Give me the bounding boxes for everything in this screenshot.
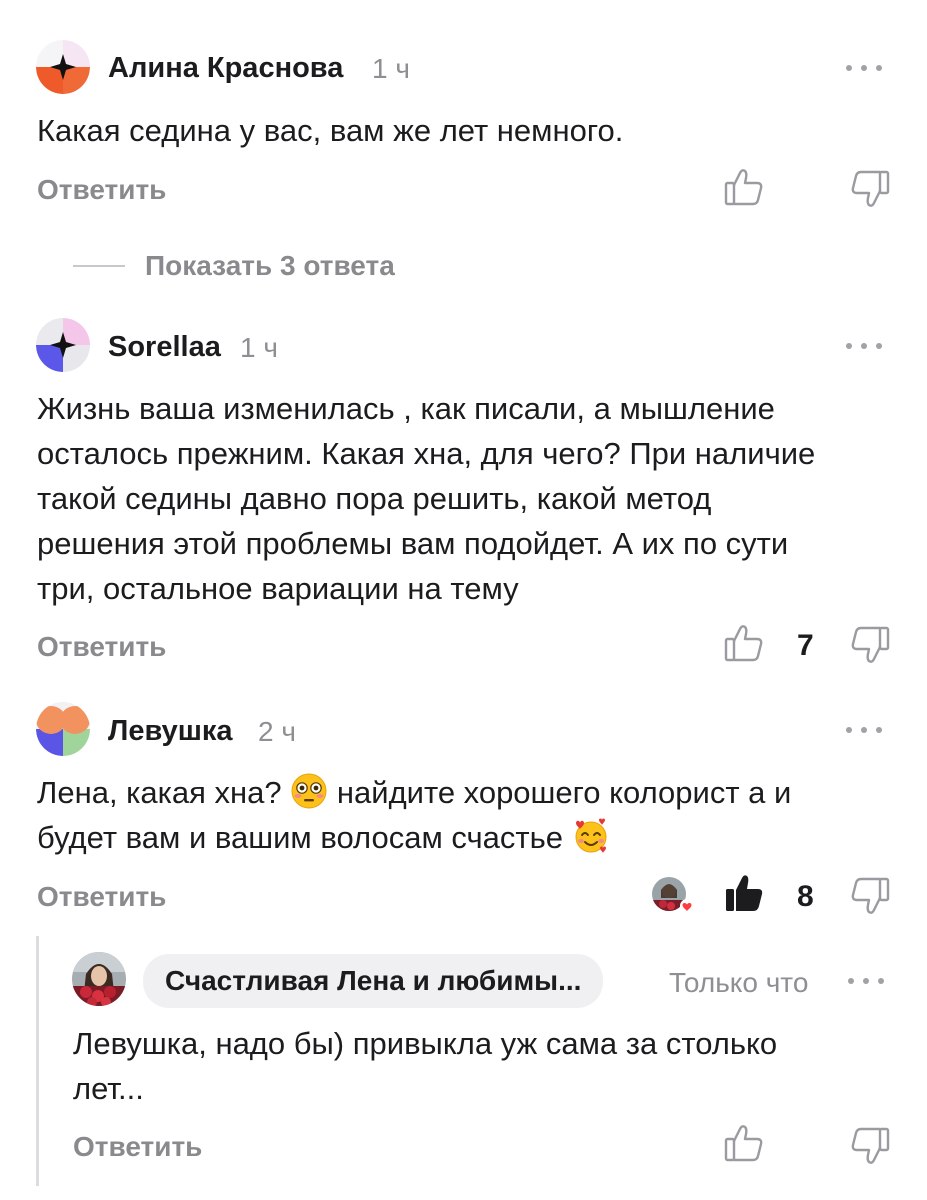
thread-line (36, 936, 39, 1186)
show-replies-line (73, 265, 125, 267)
comment-text-line: Лена, какая хна? найдите хорошего колори… (37, 770, 907, 815)
comment-text: Лена, какая хна? найдите хорошего колори… (37, 770, 907, 860)
comment-text-line: будет вам и вашим волосам счастье (37, 815, 907, 860)
thumbs-up-icon[interactable] (724, 168, 764, 206)
smiling-face-with-hearts-emoji (572, 817, 610, 855)
more-dots-icon[interactable] (848, 976, 884, 986)
reply-button[interactable]: Ответить (37, 174, 166, 206)
thumbs-up-icon[interactable] (724, 1124, 764, 1162)
comment-time: Только что (669, 967, 809, 998)
comment-author[interactable]: Левушка (108, 715, 233, 748)
comment-text-line: такой седины давно пора решить, какой ме… (37, 481, 712, 516)
avatar-levushka[interactable] (36, 702, 90, 756)
like-count: 7 (797, 629, 814, 662)
comment-time: 1 ч (240, 332, 278, 363)
like-count: 8 (797, 880, 814, 913)
avatar-alina[interactable] (36, 40, 90, 94)
comment-text-line: три, остальное вариации на тему (37, 571, 519, 606)
comment-text: Какая седина у вас, вам же лет немного. (37, 113, 624, 148)
comment-text-part: будет вам и вашим волосам счастье (37, 820, 564, 855)
more-dots-icon[interactable] (846, 63, 882, 73)
comment-time: 2 ч (258, 716, 296, 747)
show-replies-button[interactable]: Показать 3 ответа (145, 250, 395, 282)
thumbs-down-icon[interactable] (850, 877, 890, 915)
reply-author-chip[interactable]: Счастливая Лена и любимы... (143, 954, 604, 1008)
more-dots-icon[interactable] (846, 725, 882, 735)
comment-text-line: Жизнь ваша изменилась , как писали, а мы… (37, 391, 775, 426)
comment-text-line: решения этой проблемы вам подойдет. А их… (37, 526, 789, 561)
avatar-sorellaa[interactable] (36, 318, 90, 372)
reply-text-line: лет... (73, 1071, 144, 1106)
comment-text-part: найдите хорошего колорист а и (336, 775, 792, 810)
thumbs-up-icon[interactable] (724, 624, 764, 662)
comment-text: Жизнь ваша изменилась , как писали, а мы… (37, 386, 907, 611)
comment-author[interactable]: Алина Краснова (108, 52, 343, 85)
comment-author[interactable]: Sorellaa (108, 331, 221, 364)
thumbs-down-icon[interactable] (850, 1127, 890, 1165)
comment-text-part: Лена, какая хна? (37, 775, 282, 810)
liker-avatar (651, 876, 694, 916)
comment-time: 1 ч (372, 53, 410, 84)
reply-text-line: Левушка, надо бы) привыкла уж сама за ст… (73, 1026, 778, 1061)
reply-button[interactable]: Ответить (37, 631, 166, 663)
thumbs-down-icon[interactable] (850, 626, 890, 664)
comment-text-line: осталось прежним. Какая хна, для чего? П… (37, 436, 816, 471)
thumbs-up-icon[interactable] (724, 873, 764, 913)
more-dots-icon[interactable] (846, 341, 882, 351)
thumbs-down-icon[interactable] (850, 170, 890, 208)
reply-button[interactable]: Ответить (37, 881, 166, 913)
flushed-face-emoji (290, 772, 328, 810)
reply-button[interactable]: Ответить (73, 1131, 202, 1163)
avatar-lena[interactable] (72, 952, 126, 1006)
reply-text: Левушка, надо бы) привыкла уж сама за ст… (73, 1021, 903, 1111)
